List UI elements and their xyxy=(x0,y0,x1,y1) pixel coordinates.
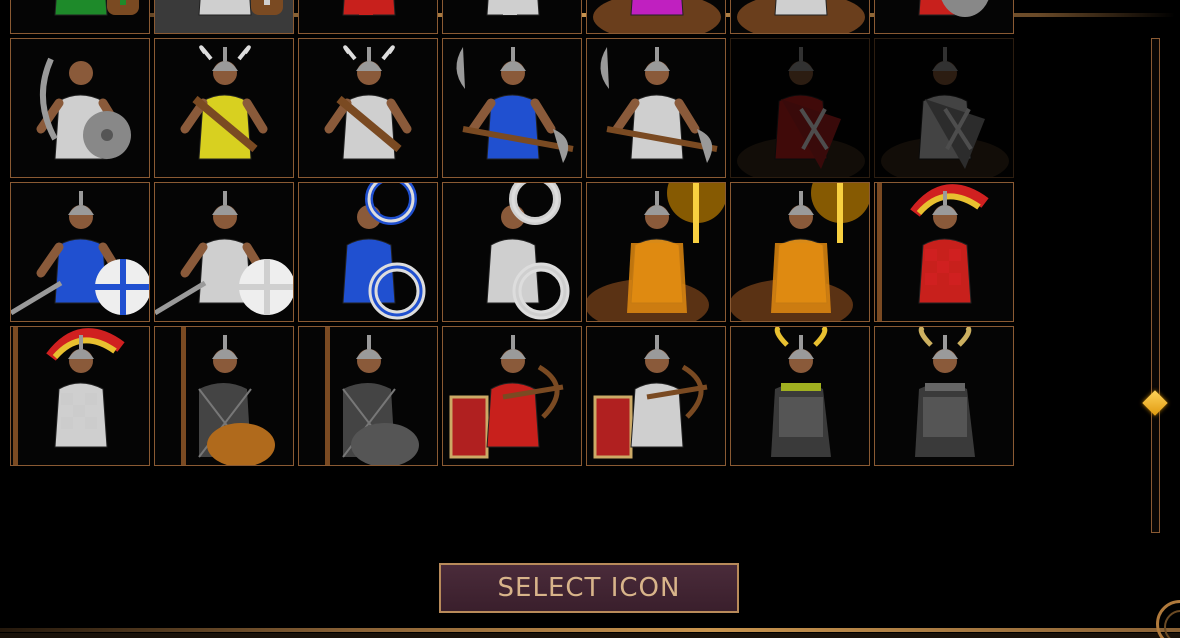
unit-portrait xyxy=(731,183,869,321)
unit-icon-swordsman-round-shield[interactable] xyxy=(10,182,150,322)
unit-portrait xyxy=(180,45,268,160)
unit-portrait xyxy=(54,0,139,16)
unit-portrait xyxy=(324,45,412,160)
unit-icon-crossbow-cavalry[interactable] xyxy=(586,326,726,466)
unit-portrait xyxy=(737,0,865,33)
unit-portrait xyxy=(877,183,989,321)
bottom-frame xyxy=(0,633,1180,638)
unit-icon-crossbow-cavalry[interactable] xyxy=(442,326,582,466)
unit-portrait xyxy=(486,183,570,320)
icon-select-dialog: SELECT ICON xyxy=(0,0,1180,638)
unit-icon-cavalry-kite-shield[interactable] xyxy=(874,38,1014,178)
unit-portrait xyxy=(881,47,1009,177)
unit-portrait xyxy=(486,0,540,16)
unit-icon-sickle-warrior-round-shield[interactable] xyxy=(10,38,150,178)
unit-portrait xyxy=(587,183,725,321)
unit-portrait xyxy=(342,0,396,16)
unit-portrait xyxy=(325,327,419,465)
unit-icon-horned-helm-warrior[interactable] xyxy=(154,38,294,178)
unit-portrait xyxy=(13,327,125,465)
scrollbar-thumb[interactable] xyxy=(1142,390,1168,416)
icon-grid xyxy=(10,0,1020,533)
unit-icon-torch-rider[interactable] xyxy=(730,182,870,322)
unit-icon-chakram-thrower[interactable] xyxy=(298,182,438,322)
unit-portrait xyxy=(600,47,718,163)
unit-icon-crossbowman[interactable] xyxy=(442,0,582,34)
unit-icon-horse-archer[interactable] xyxy=(586,0,726,34)
unit-icon-horned-helm-warrior[interactable] xyxy=(298,38,438,178)
unit-portrait xyxy=(11,191,149,316)
unit-icon-torch-rider[interactable] xyxy=(586,182,726,322)
unit-portrait xyxy=(181,327,275,465)
unit-icon-horned-armored-warrior[interactable] xyxy=(730,326,870,466)
unit-icon-mail-spearman[interactable] xyxy=(154,326,294,466)
unit-portrait xyxy=(737,47,865,177)
unit-portrait xyxy=(36,57,131,160)
unit-icon-axe-warrior-green-shield[interactable] xyxy=(10,0,150,34)
unit-portrait xyxy=(593,335,708,459)
unit-portrait xyxy=(771,327,831,457)
scrollbar-track[interactable] xyxy=(1151,38,1160,533)
unit-icon-axeman[interactable] xyxy=(442,38,582,178)
unit-icon-mail-spearman[interactable] xyxy=(298,326,438,466)
unit-portrait xyxy=(918,0,989,17)
unit-icon-cavalry-kite-shield[interactable] xyxy=(730,38,870,178)
unit-portrait xyxy=(593,0,721,33)
unit-icon-crossbowman[interactable] xyxy=(298,0,438,34)
unit-portrait xyxy=(155,191,293,316)
unit-icon-swordsman-round-shield[interactable] xyxy=(154,182,294,322)
unit-portrait xyxy=(456,47,574,163)
unit-portrait xyxy=(449,335,564,459)
bottom-ornament-rule xyxy=(0,628,1180,632)
unit-portrait xyxy=(198,0,283,16)
unit-icon-horse-archer[interactable] xyxy=(730,0,870,34)
unit-icon-axeman[interactable] xyxy=(586,38,726,178)
unit-portrait xyxy=(342,183,426,320)
unit-icon-chakram-thrower[interactable] xyxy=(442,182,582,322)
select-icon-button[interactable]: SELECT ICON xyxy=(439,563,739,613)
unit-icon-horned-armored-warrior[interactable] xyxy=(874,326,1014,466)
unit-icon-sickle-warrior-red-shield[interactable] xyxy=(874,0,1014,34)
unit-portrait xyxy=(915,327,975,457)
unit-icon-winged-hussar[interactable] xyxy=(874,182,1014,322)
unit-icon-winged-hussar[interactable] xyxy=(10,326,150,466)
unit-icon-axe-warrior-green-shield[interactable] xyxy=(154,0,294,34)
